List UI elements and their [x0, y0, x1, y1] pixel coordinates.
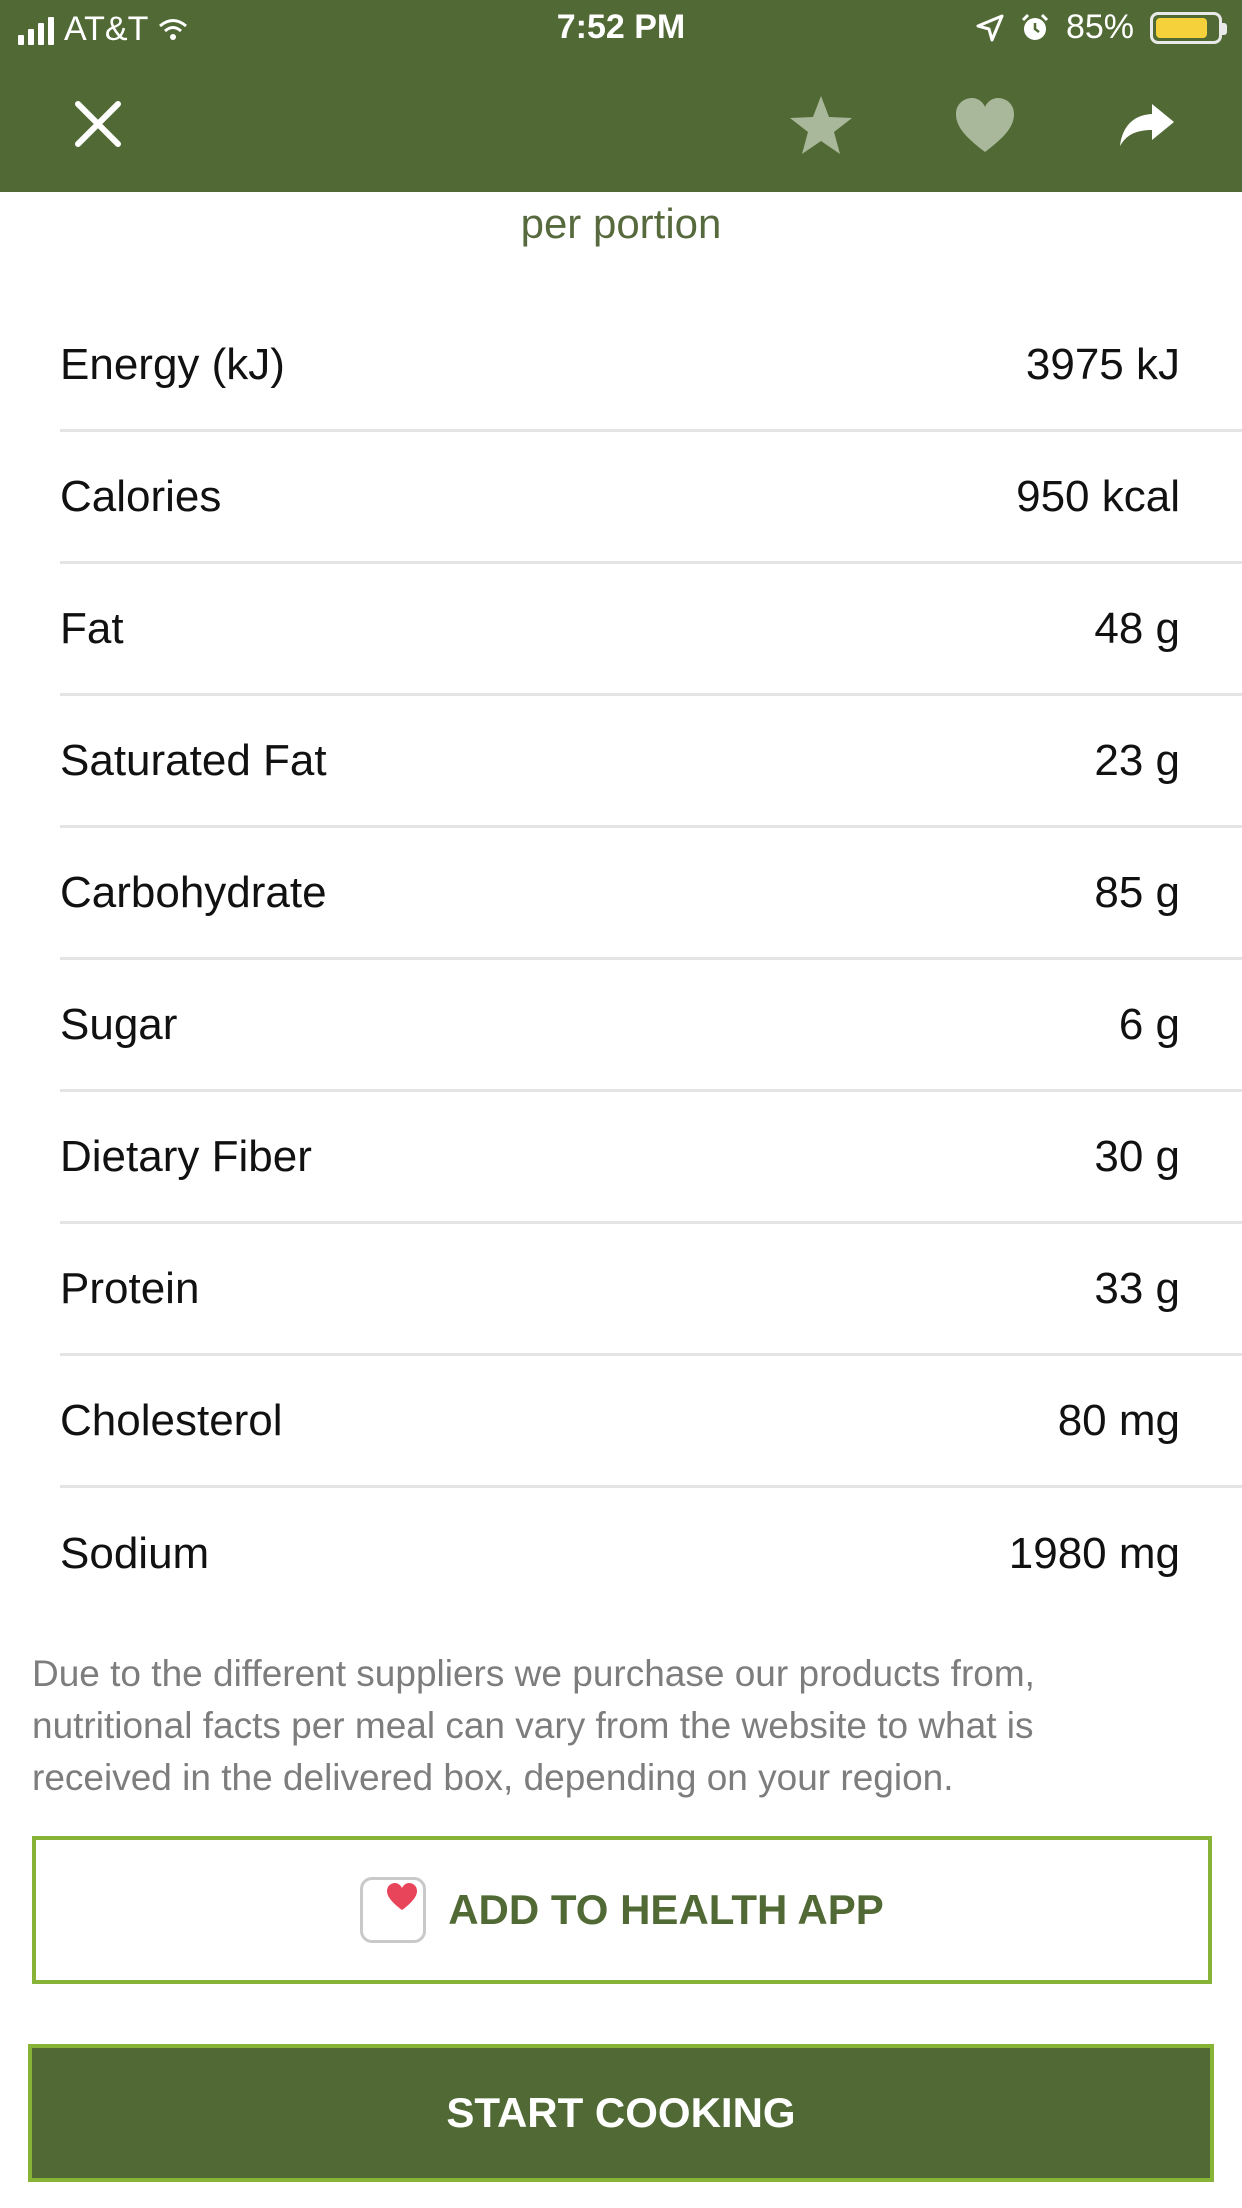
- battery-percent: 85%: [1065, 8, 1134, 46]
- nutrient-name: Calories: [60, 471, 222, 521]
- nutrient-name: Saturated Fat: [60, 735, 327, 785]
- star-icon[interactable]: [788, 94, 854, 156]
- battery-icon: [1150, 11, 1227, 44]
- nutrient-row: Saturated Fat 23 g: [60, 696, 1242, 828]
- location-icon: [976, 14, 1004, 41]
- nutrient-value: 3975 kJ: [1025, 339, 1180, 389]
- nutrient-row: Sugar 6 g: [60, 960, 1242, 1092]
- nutrient-value: 80 mg: [1057, 1395, 1180, 1445]
- nutrient-value: 23 g: [1094, 735, 1180, 785]
- nutrient-value: 950 kcal: [1016, 471, 1180, 521]
- nutrient-value: 30 g: [1094, 1131, 1180, 1181]
- status-bar: AT&T 7:52 PM 85%: [0, 0, 1242, 58]
- nutrient-row: Fat 48 g: [60, 564, 1242, 696]
- nutrient-row: Sodium 1980 mg: [60, 1488, 1242, 1620]
- portion-subtitle: per portion: [520, 200, 722, 247]
- heart-icon[interactable]: [954, 96, 1016, 154]
- nutrient-name: Sugar: [60, 999, 178, 1049]
- alarm-icon: [1021, 13, 1048, 40]
- nutrient-name: Carbohydrate: [60, 867, 327, 917]
- nutrient-value: 85 g: [1094, 867, 1180, 917]
- close-icon[interactable]: [72, 98, 124, 150]
- header-bar: [0, 58, 1242, 192]
- share-icon[interactable]: [1118, 102, 1176, 148]
- nutrient-value: 33 g: [1094, 1263, 1180, 1313]
- nutrition-disclaimer: Due to the different suppliers we purcha…: [32, 1653, 1035, 1798]
- nutrient-value: 48 g: [1094, 603, 1180, 653]
- battery-level: [1156, 17, 1207, 38]
- nutrient-value: 1980 mg: [1008, 1529, 1180, 1578]
- health-app-icon: [360, 1877, 427, 1943]
- nutrient-name: Energy (kJ): [60, 339, 285, 389]
- nutrient-row: Cholesterol 80 mg: [60, 1356, 1242, 1488]
- nutrient-name: Dietary Fiber: [60, 1131, 312, 1181]
- nutrient-row: Dietary Fiber 30 g: [60, 1092, 1242, 1224]
- nutrient-row: Carbohydrate 85 g: [60, 828, 1242, 960]
- start-cooking-button[interactable]: START COOKING: [28, 2044, 1214, 2182]
- start-cooking-label: START COOKING: [446, 2089, 796, 2136]
- add-to-health-app-label: ADD TO HEALTH APP: [448, 1886, 884, 1933]
- nutrient-row: Calories 950 kcal: [60, 432, 1242, 564]
- nutrient-row: Energy (kJ) 3975 kJ: [60, 300, 1242, 432]
- nutrient-row: Protein 33 g: [60, 1224, 1242, 1356]
- nutrient-list: Energy (kJ) 3975 kJ Calories 950 kcal Fat 48 …: [60, 300, 1242, 1620]
- nutrient-name: Protein: [60, 1263, 200, 1313]
- nutrient-name: Fat: [60, 603, 124, 653]
- add-to-health-app-button[interactable]: ADD TO HEALTH APP: [32, 1836, 1212, 1984]
- nutrient-name: Sodium: [60, 1529, 210, 1578]
- nutrient-name: Cholesterol: [60, 1395, 283, 1445]
- nutrient-value: 6 g: [1118, 999, 1180, 1049]
- status-right: 85%: [976, 8, 1227, 47]
